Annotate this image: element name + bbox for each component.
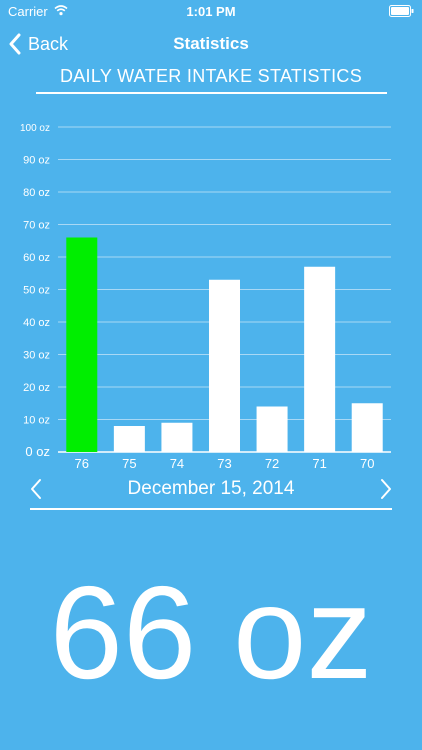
x-tick-label: 72: [265, 456, 279, 470]
y-tick-label: 10 oz: [23, 415, 50, 427]
bar-day-70[interactable]: [351, 403, 383, 452]
y-tick-label: 30 oz: [23, 350, 50, 362]
x-tick-label: 73: [217, 456, 231, 470]
bar-day-72[interactable]: [256, 406, 288, 453]
y-tick-label: 80 oz: [23, 187, 50, 199]
bar-day-75[interactable]: [113, 426, 145, 452]
daily-total-value: 66 oz: [49, 559, 373, 706]
y-tick-label: 0 oz: [25, 444, 50, 459]
navigation-bar: Back Statistics: [0, 22, 422, 66]
x-tick-label: 74: [170, 456, 184, 470]
y-tick-label: 20 oz: [23, 382, 50, 394]
status-bar: Carrier 1:01 PM: [0, 0, 422, 22]
heading-divider: [36, 92, 387, 94]
x-tick-label: 70: [360, 456, 374, 470]
chevron-right-icon[interactable]: [372, 476, 398, 502]
date-navigator: December 15, 2014: [0, 474, 422, 504]
y-tick-label: 70 oz: [23, 220, 50, 232]
x-tick-label: 76: [75, 456, 89, 470]
y-tick-label: 90 oz: [23, 155, 50, 167]
bar-day-74[interactable]: [161, 422, 193, 452]
y-tick-label: 100 oz: [20, 123, 50, 134]
y-tick-label: 50 oz: [23, 285, 50, 297]
x-tick-label: 71: [312, 456, 326, 470]
date-label: December 15, 2014: [127, 478, 295, 499]
status-time: 1:01 PM: [186, 4, 236, 19]
page-title: Statistics: [173, 34, 249, 53]
water-intake-chart: 0 oz 10 oz 20 oz 30 oz 40 oz 50 oz 60 oz 70 oz 8…: [20, 123, 391, 470]
bar-day-71[interactable]: [304, 266, 336, 452]
y-tick-label: 40 oz: [23, 317, 50, 329]
battery-icon: [389, 5, 414, 17]
y-tick-label: 60 oz: [23, 252, 50, 264]
bar-day-73[interactable]: [209, 279, 240, 452]
date-divider: [30, 508, 392, 510]
section-heading: DAILY WATER INTAKE STATISTICS: [59, 66, 363, 86]
x-tick-label: 75: [122, 456, 136, 470]
bar-day-76[interactable]: [66, 237, 98, 453]
